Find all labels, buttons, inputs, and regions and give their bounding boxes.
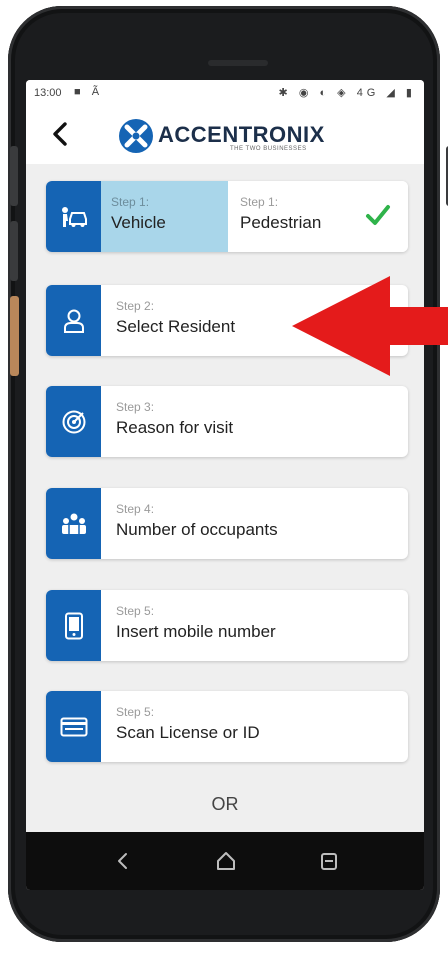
step5-insert-mobile-number[interactable]: Step 5: Insert mobile number — [46, 590, 408, 661]
step5-label: Insert mobile number — [116, 622, 276, 641]
step2-icon-box — [46, 285, 101, 356]
step6-icon-box — [46, 691, 101, 762]
step3-reason-for-visit[interactable]: Step 3: Reason for visit — [46, 386, 408, 457]
pedestrian-label: Pedestrian — [240, 213, 322, 232]
side-button — [10, 146, 18, 206]
id-card-icon — [60, 717, 87, 736]
step1-icon-box — [46, 181, 101, 252]
status-time: 13:00 — [34, 87, 62, 99]
step3-number: Step 3: — [116, 400, 155, 414]
speaker-grille — [208, 60, 268, 66]
vehicle-option[interactable]: Step 1: Vehicle — [101, 181, 228, 252]
chevron-left-icon — [53, 122, 67, 146]
step4-number: Step 4: — [116, 502, 155, 516]
side-button — [10, 221, 18, 281]
group-icon — [61, 513, 86, 534]
nav-home-icon[interactable] — [211, 848, 241, 874]
pedestrian-option[interactable]: Step 1: Pedestrian — [228, 181, 408, 252]
or-separator: OR — [211, 794, 239, 814]
step4-number-of-occupants[interactable]: Step 4: Number of occupants — [46, 488, 408, 559]
logo-tagline: THE TWO BUSINESSES — [230, 146, 307, 152]
nav-back-icon[interactable] — [108, 848, 138, 874]
logo-text: ACCENTRONIX — [158, 122, 325, 147]
logo-mark-icon — [119, 119, 153, 153]
step2-number: Step 2: — [116, 299, 155, 313]
target-icon — [62, 410, 85, 433]
accentronix-logo: ACCENTRONIX THE TWO BUSINESSES — [118, 116, 338, 156]
person-icon — [63, 309, 84, 333]
back-button[interactable] — [46, 116, 74, 152]
notification-icons: ■ Ã — [74, 86, 104, 98]
step5-number: Step 5: — [116, 604, 155, 618]
status-bar: 13:00 ■ Ã ✱ ◉ ◐ ◈ 4G ◢ ▮ — [26, 80, 424, 106]
vehicle-pedestrian-icon — [61, 206, 87, 227]
pedestrian-step-number: Step 1: — [240, 195, 279, 209]
step6-number: Step 5: — [116, 705, 155, 719]
side-scan-button — [10, 296, 19, 376]
system-icons: ✱ ◉ ◐ ◈ 4G ◢ ▮ — [278, 87, 416, 99]
nav-recent-icon[interactable] — [314, 848, 344, 874]
step5-icon-box — [46, 590, 101, 661]
step4-icon-box — [46, 488, 101, 559]
step1-card: Step 1: Vehicle Step 1: Pedestrian — [46, 181, 408, 252]
vehicle-label: Vehicle — [111, 213, 166, 232]
step6-scan-license[interactable]: Step 5: Scan License or ID — [46, 691, 408, 762]
step2-label: Select Resident — [116, 317, 236, 336]
checkmark-icon — [366, 205, 390, 225]
step4-label: Number of occupants — [116, 520, 278, 539]
red-arrow-annotation — [292, 276, 448, 376]
android-nav-bar — [26, 832, 424, 890]
mobile-phone-icon — [64, 612, 83, 639]
app-header: ACCENTRONIX THE TWO BUSINESSES — [26, 106, 424, 164]
step6-label: Scan License or ID — [116, 723, 260, 742]
phone-screen: 13:00 ■ Ã ✱ ◉ ◐ ◈ 4G ◢ ▮ ACCENTRONIX THE… — [26, 80, 424, 890]
step3-icon-box — [46, 386, 101, 457]
vehicle-step-number: Step 1: — [111, 195, 150, 209]
step3-label: Reason for visit — [116, 418, 234, 437]
